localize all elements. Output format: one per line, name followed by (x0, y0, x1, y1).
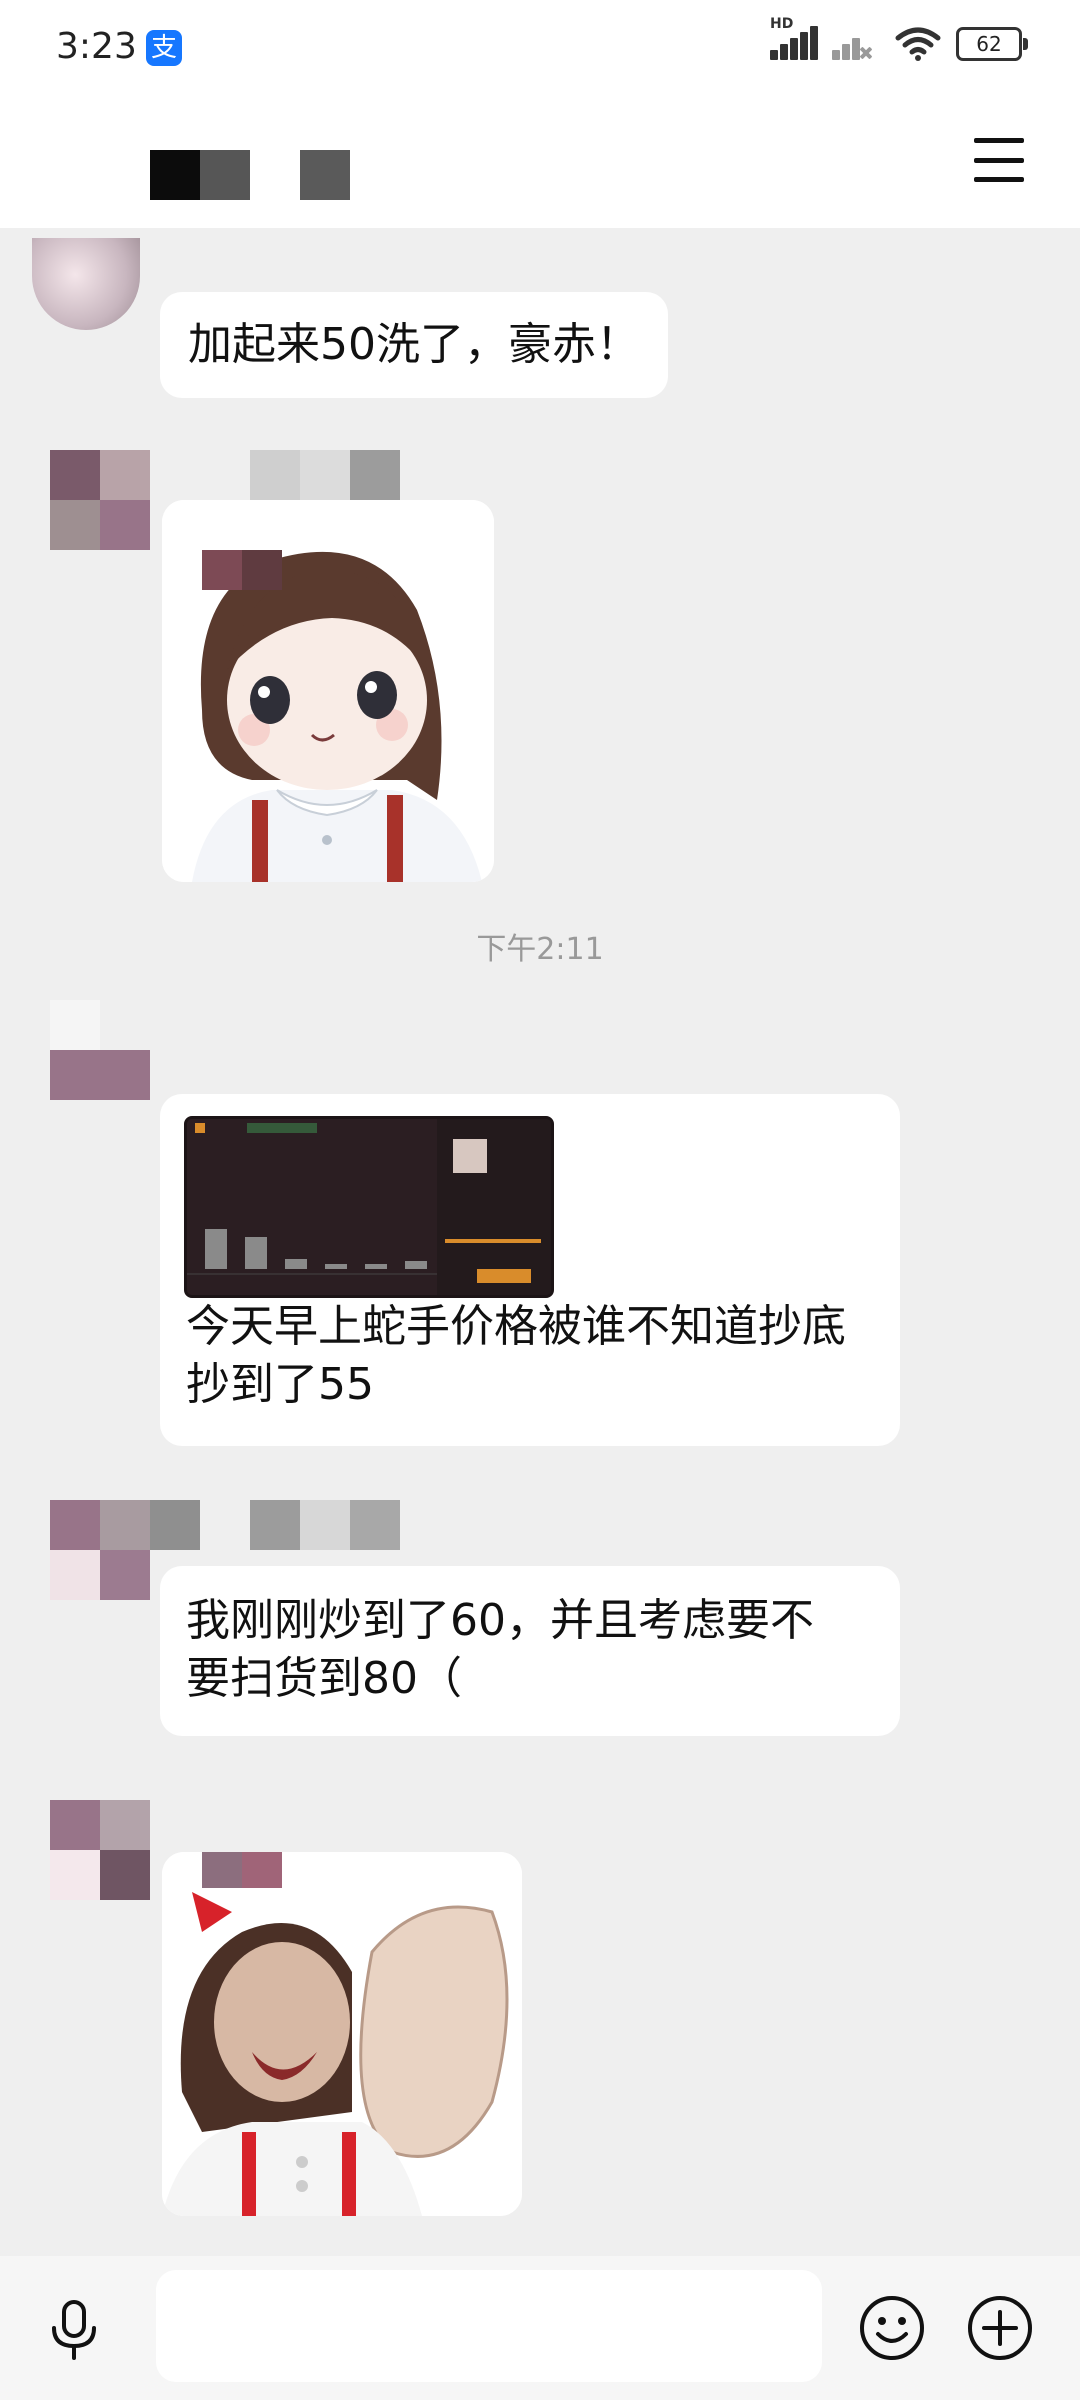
battery-icon: 62 (956, 27, 1028, 61)
microphone-icon[interactable] (44, 2298, 104, 2366)
alipay-icon: 支 (146, 30, 182, 66)
avatar[interactable] (50, 1000, 150, 1100)
message-text-block: 今天早上蛇手价格被谁不知道抄底 抄到了55 (186, 1298, 846, 1414)
message-bubble[interactable]: 今天早上蛇手价格被谁不知道抄底 抄到了55 (160, 1094, 900, 1446)
sender-name-mosaic (150, 1500, 400, 1550)
avatar[interactable] (50, 450, 150, 550)
emoji-icon[interactable] (858, 2294, 926, 2366)
wifi-icon (894, 26, 942, 62)
status-time: 3:23 (56, 26, 137, 67)
chat-header (0, 100, 1080, 228)
avatar[interactable] (50, 1800, 150, 1900)
message-text: 加起来50洗了，豪赤！ (188, 319, 640, 370)
chat-title-mosaic (150, 150, 350, 200)
signal-weak-icon (832, 26, 880, 62)
status-icons: HD 62 (770, 16, 1028, 62)
message-bubble[interactable]: 我刚刚炒到了60，并且考虑要不 要扫货到80（ (160, 1566, 900, 1736)
time-divider: 下午2:11 (476, 932, 604, 967)
plus-icon[interactable] (966, 2294, 1034, 2366)
chart-screenshot-icon (187, 1119, 551, 1295)
signal-icon: HD (770, 16, 818, 62)
message-bubble[interactable]: 加起来50洗了，豪赤！ (160, 292, 668, 398)
hd-label: HD (770, 16, 794, 32)
sticker-image[interactable] (162, 1852, 522, 2216)
sticker-image[interactable] (162, 500, 494, 882)
message-text-block: 我刚刚炒到了60，并且考虑要不 要扫货到80（ (186, 1592, 814, 1708)
message-text-line: 抄到了55 (186, 1359, 374, 1410)
status-bar: 3:23 支 HD 62 (0, 0, 1080, 100)
message-text-line: 今天早上蛇手价格被谁不知道抄底 (186, 1301, 846, 1352)
game-screenshot-thumbnail[interactable] (184, 1116, 554, 1298)
message-text-line: 我刚刚炒到了60，并且考虑要不 (186, 1595, 814, 1646)
message-input[interactable] (156, 2270, 822, 2382)
avatar[interactable] (32, 238, 140, 330)
hamburger-menu-icon[interactable] (974, 138, 1024, 182)
input-bar (0, 2256, 1080, 2400)
sticker-anime-girl (162, 500, 494, 882)
sticker-meme (162, 1852, 522, 2216)
avatar[interactable] (50, 1500, 150, 1600)
message-text-line: 要扫货到80（ (186, 1653, 462, 1704)
sender-name-mosaic (250, 450, 400, 500)
